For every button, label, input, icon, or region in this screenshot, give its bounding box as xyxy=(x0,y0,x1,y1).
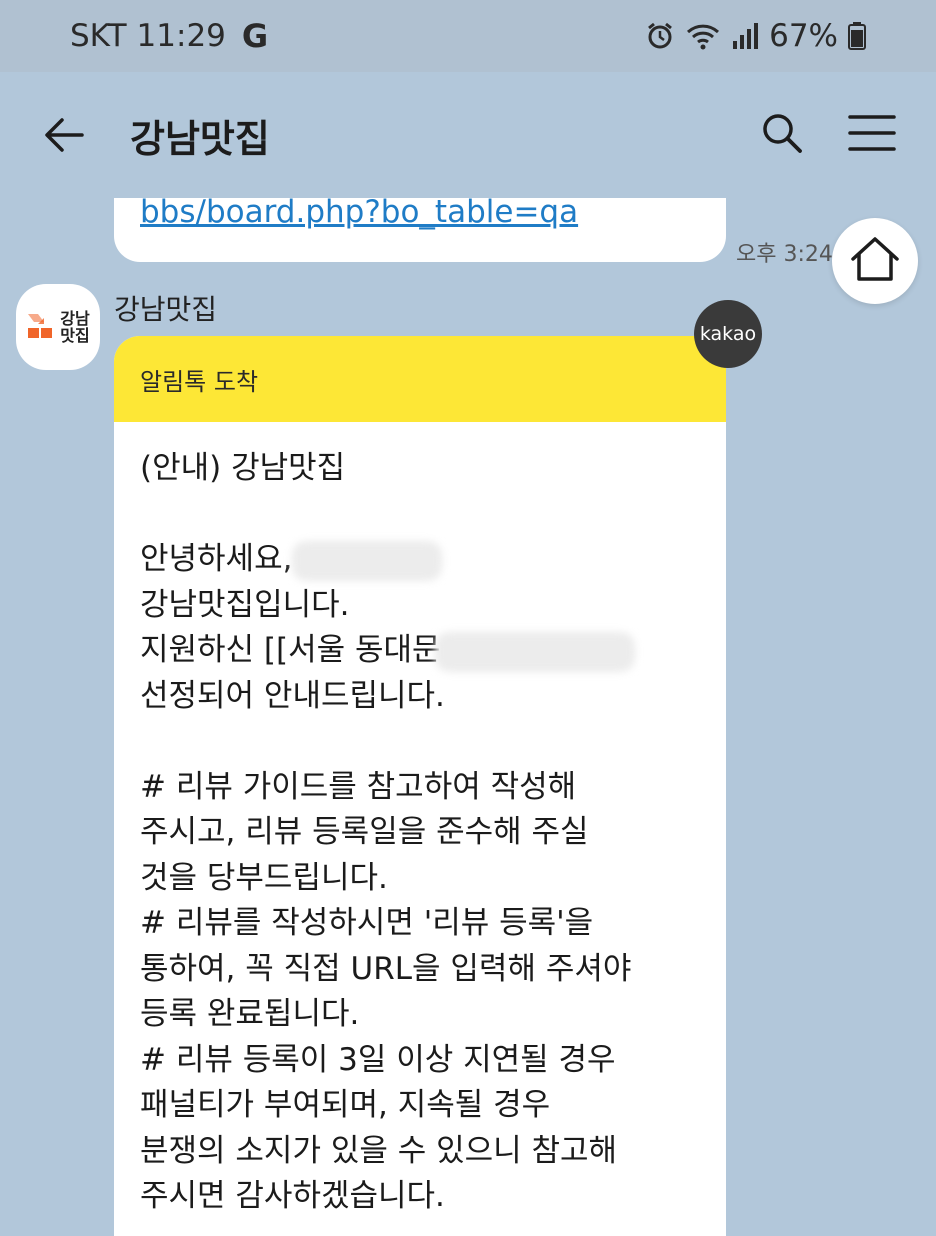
message-gap xyxy=(140,492,700,538)
message-line: # 리뷰 등록이 3일 이상 지연될 경우 xyxy=(140,1041,616,1078)
message-body: (안내) 강남맛집 안녕하세요, 강남맛집입니다. 지원하신 [[서울 동대문 … xyxy=(114,422,726,1220)
message-line: 것을 당부드립니다. xyxy=(140,859,388,896)
previous-message-bubble: bbs/board.php?bo_table=qa xyxy=(114,198,726,262)
message-line: 통하여, 꼭 직접 URL을 입력해 주셔야 xyxy=(140,950,632,987)
message-line: 지원하신 [[서울 동대문 xyxy=(140,628,700,674)
avatar-logo-text: 강남 맛집 xyxy=(60,309,90,345)
signal-icon xyxy=(731,21,759,51)
home-icon xyxy=(849,235,901,287)
message-line: 분쟁의 소지가 있을 수 있으니 참고해 xyxy=(140,1132,618,1169)
message-line: 강남맛집입니다. xyxy=(140,586,350,623)
message-line: 안녕하세요, xyxy=(140,537,700,583)
message-line: 주시면 감사하겠습니다. xyxy=(140,1178,445,1214)
message-line: 패널티가 부여되며, 지속될 경우 xyxy=(140,1087,551,1123)
alimtalk-message-card: 알림톡 도착 (안내) 강남맛집 안녕하세요, 강남맛집입니다. 지원하신 [[… xyxy=(114,336,726,1236)
chat-title: 강남맛집 xyxy=(130,116,270,161)
wifi-icon xyxy=(685,21,721,51)
status-bar: SKT 11:29 G 67% xyxy=(0,0,936,72)
chat-header: 강남맛집 xyxy=(0,72,936,198)
alarm-icon xyxy=(645,21,675,51)
battery-percent: 67% xyxy=(769,18,838,54)
clock: 11:29 xyxy=(136,18,226,54)
message-line: 등록 완료됩니다. xyxy=(140,996,360,1032)
home-button[interactable] xyxy=(832,218,918,304)
google-icon: G xyxy=(241,17,269,55)
search-icon[interactable] xyxy=(760,111,804,159)
logo-icon xyxy=(26,310,56,344)
message-line: 주시고, 리뷰 등록일을 준수해 주실 xyxy=(140,814,589,850)
message-line: 선정되어 안내드립니다. xyxy=(140,677,445,714)
card-header: 알림톡 도착 xyxy=(114,336,726,422)
message-line: # 리뷰 가이드를 참고하여 작성해 xyxy=(140,768,577,805)
message-time: 오후 3:24 xyxy=(736,242,833,267)
menu-icon[interactable] xyxy=(848,113,896,157)
message-link[interactable]: bbs/board.php?bo_table=qa xyxy=(140,198,700,228)
redacted-name xyxy=(292,540,443,581)
kakao-badge: kakao xyxy=(694,300,762,368)
sender-avatar[interactable]: 강남 맛집 xyxy=(16,284,100,370)
battery-icon xyxy=(848,21,866,51)
message-line: (안내) 강남맛집 xyxy=(140,450,346,486)
message-line: # 리뷰를 작성하시면 '리뷰 등록'을 xyxy=(140,905,594,941)
carrier-label: SKT xyxy=(70,18,127,54)
sender-name: 강남맛집 xyxy=(114,293,218,326)
message-gap xyxy=(140,719,700,765)
redacted-campaign xyxy=(434,631,635,672)
back-arrow-icon[interactable] xyxy=(40,111,88,159)
